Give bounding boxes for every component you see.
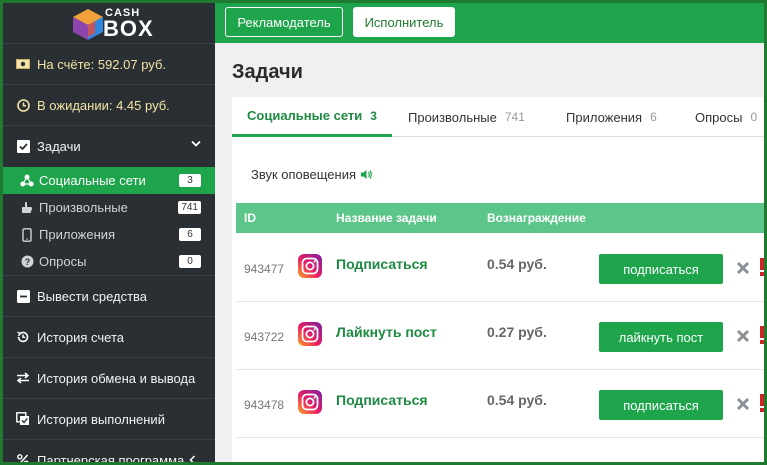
sidebar-item-social[interactable]: Социальные сети 3 xyxy=(3,167,215,194)
tabs: Социальные сети 3 Произвольные 741 Прило… xyxy=(232,97,764,137)
sidebar-item-label: Задачи xyxy=(37,138,81,154)
subscribe-button[interactable]: подписаться xyxy=(599,390,723,420)
task-reward: 0.54 руб. xyxy=(487,256,547,272)
percent-icon xyxy=(15,452,31,462)
sidebar-item-custom[interactable]: Произвольные 741 xyxy=(3,194,215,221)
logo[interactable]: CASH BOX xyxy=(63,5,163,41)
close-icon[interactable] xyxy=(736,261,750,275)
tab-count: 741 xyxy=(504,110,525,124)
history-icon xyxy=(15,329,31,345)
money-icon xyxy=(15,56,31,72)
sidebar-item-label: Произвольные xyxy=(39,200,128,215)
completed-icon xyxy=(15,411,31,427)
instagram-icon xyxy=(298,322,322,346)
minus-square-icon xyxy=(15,288,31,304)
column-reward: Вознаграждение xyxy=(487,211,586,225)
tab-social[interactable]: Социальные сети 3 xyxy=(232,97,392,137)
count-badge: 741 xyxy=(178,201,201,214)
task-id: 943477 xyxy=(244,262,285,276)
table-header: ID Название задачи Вознаграждение xyxy=(236,203,764,233)
tab-count: 0 xyxy=(750,110,758,124)
sidebar-item-history[interactable]: История счета xyxy=(3,317,215,357)
column-name: Название задачи xyxy=(336,211,437,225)
report-icon[interactable] xyxy=(759,394,765,412)
sound-toggle[interactable]: Звук оповещения xyxy=(251,167,373,182)
task-name[interactable]: Лайкнуть пост xyxy=(336,324,437,340)
exchange-icon xyxy=(15,370,31,386)
task-id: 943478 xyxy=(244,398,285,412)
sidebar-item-label: Партнерская программа xyxy=(37,452,185,465)
task-reward: 0.27 руб. xyxy=(487,324,547,340)
close-icon[interactable] xyxy=(736,329,750,343)
like-post-button[interactable]: лайкнуть пост xyxy=(599,322,723,352)
advertiser-button[interactable]: Рекламодатель xyxy=(225,7,343,37)
table-row: 943722 Лайкнуть пост 0.27 руб. лайкнуть … xyxy=(236,302,765,370)
balance-text: На счёте: 592.07 руб. xyxy=(37,56,167,72)
column-id: ID xyxy=(244,211,256,225)
tab-label: Приложения xyxy=(566,109,643,125)
tab-label: Произвольные xyxy=(408,109,497,125)
page-title: Задачи xyxy=(232,61,303,83)
balance-row: На счёте: 592.07 руб. xyxy=(3,44,215,84)
subscribe-button[interactable]: подписаться xyxy=(599,254,723,284)
chevron-left-icon xyxy=(189,455,196,462)
social-icon xyxy=(19,173,35,189)
task-name[interactable]: Подписаться xyxy=(336,256,428,272)
tab-count: 6 xyxy=(650,110,657,124)
sidebar-item-label: Вывести средства xyxy=(37,288,148,304)
sidebar-item-apps[interactable]: Приложения 6 xyxy=(3,221,215,248)
chevron-down-icon xyxy=(191,140,201,147)
question-icon: ? xyxy=(19,254,35,270)
logo-text-bottom: BOX xyxy=(103,16,154,41)
sidebar-item-withdraw[interactable]: Вывести средства xyxy=(3,276,215,316)
sidebar-item-label: Опросы xyxy=(39,254,87,269)
top-bar: Рекламодатель Исполнитель xyxy=(215,3,764,43)
instagram-icon xyxy=(298,254,322,278)
main-content: Задачи Социальные сети 3 Произвольные 74… xyxy=(215,43,765,462)
tab-label: Социальные сети xyxy=(247,108,363,123)
sidebar-item-polls[interactable]: ? Опросы 0 xyxy=(3,248,215,275)
count-badge: 0 xyxy=(179,255,201,268)
phone-icon xyxy=(19,227,35,243)
checkbox-icon xyxy=(15,138,31,154)
sidebar-item-completed[interactable]: История выполнений xyxy=(3,399,215,439)
close-icon[interactable] xyxy=(736,397,750,411)
sidebar: CASH BOX На счёте: 592.07 руб. В ожидани… xyxy=(3,3,215,465)
sidebar-item-exchange[interactable]: История обмена и вывода xyxy=(3,358,215,398)
speaker-icon xyxy=(361,170,372,179)
sound-label: Звук оповещения xyxy=(251,167,357,182)
tasks-panel: Социальные сети 3 Произвольные 741 Прило… xyxy=(232,97,765,462)
executor-button[interactable]: Исполнитель xyxy=(353,7,455,37)
count-badge: 6 xyxy=(179,228,201,241)
table-row: 943477 Подписаться 0.54 руб. подписаться xyxy=(236,234,765,302)
task-name[interactable]: Подписаться xyxy=(336,392,428,408)
count-badge: 3 xyxy=(179,174,201,187)
pending-text: В ожидании: 4.45 руб. xyxy=(37,97,170,113)
sidebar-item-tasks[interactable]: Задачи xyxy=(3,126,215,166)
clock-icon xyxy=(15,97,31,113)
sidebar-item-label: Приложения xyxy=(39,227,116,242)
instagram-icon xyxy=(298,390,322,414)
svg-text:?: ? xyxy=(24,257,30,267)
tab-apps[interactable]: Приложения 6 xyxy=(566,97,657,137)
tab-polls[interactable]: Опросы 0 xyxy=(695,97,757,137)
pending-row: В ожидании: 4.45 руб. xyxy=(3,85,215,125)
sidebar-item-label: Социальные сети xyxy=(39,173,146,188)
task-reward: 0.54 руб. xyxy=(487,392,547,408)
sidebar-item-label: История выполнений xyxy=(37,411,165,427)
logo-cube-icon xyxy=(73,9,103,40)
sidebar-item-label: История счета xyxy=(37,329,124,345)
app-window: CASH BOX На счёте: 592.07 руб. В ожидани… xyxy=(0,0,767,465)
tab-count: 3 xyxy=(370,108,377,123)
tab-custom[interactable]: Произвольные 741 xyxy=(408,97,525,137)
report-icon[interactable] xyxy=(759,326,765,344)
table-row: 943478 Подписаться 0.54 руб. подписаться xyxy=(236,370,765,438)
tab-label: Опросы xyxy=(695,109,743,125)
task-id: 943722 xyxy=(244,330,285,344)
sidebar-item-partner[interactable]: Партнерская программа xyxy=(3,440,215,465)
report-icon[interactable] xyxy=(759,258,765,276)
hand-icon xyxy=(19,200,35,216)
sidebar-item-label: История обмена и вывода xyxy=(37,370,196,386)
